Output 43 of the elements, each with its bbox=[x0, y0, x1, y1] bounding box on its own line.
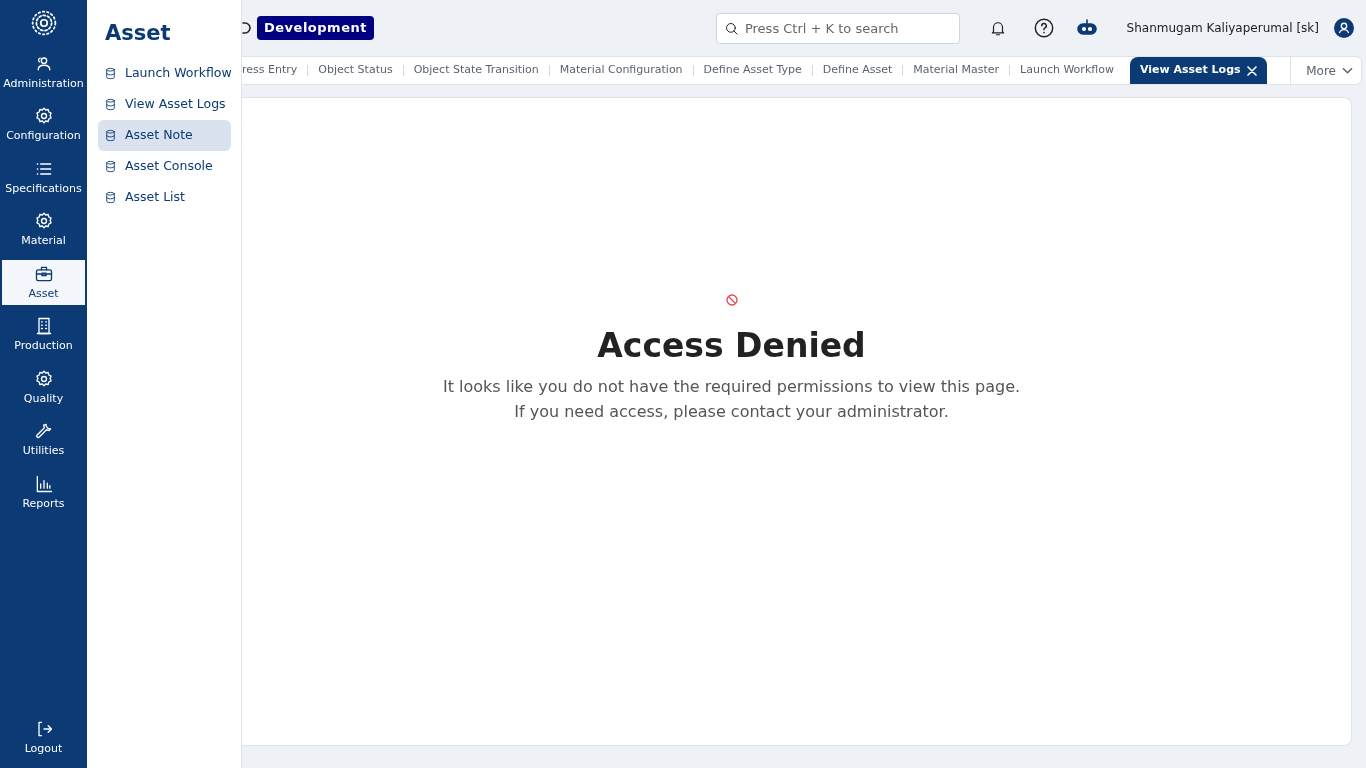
nav-item[interactable]: Quality bbox=[2, 364, 85, 410]
tab[interactable]: Object Status bbox=[308, 57, 403, 84]
menu-item[interactable]: Asset List bbox=[98, 181, 231, 213]
database-icon bbox=[104, 159, 117, 173]
tab[interactable]: Object State Transition bbox=[403, 57, 549, 84]
menu-item[interactable]: Asset Console bbox=[98, 150, 231, 182]
nav-item[interactable]: Asset bbox=[2, 259, 85, 305]
environment-badge: Development bbox=[257, 16, 374, 40]
tab[interactable]: Material Configuration bbox=[549, 57, 693, 84]
search-field[interactable]: Press Ctrl + K to search bbox=[715, 12, 960, 44]
nav-item[interactable]: Production bbox=[2, 312, 85, 357]
tab[interactable]: ress Entry bbox=[242, 57, 308, 84]
nav-item[interactable]: Specifications bbox=[2, 154, 85, 200]
menu-item[interactable]: View Asset Logs bbox=[98, 88, 231, 120]
nav-item[interactable]: Utilities bbox=[2, 417, 85, 462]
database-icon bbox=[104, 66, 117, 80]
menu-item[interactable]: Asset Note bbox=[98, 119, 231, 151]
close-icon[interactable] bbox=[1246, 65, 1257, 76]
database-icon bbox=[104, 97, 117, 111]
nav-item[interactable]: Configuration bbox=[2, 102, 85, 147]
error-title: Access Denied bbox=[597, 326, 866, 366]
tab[interactable]: Define Asset bbox=[812, 57, 903, 84]
user-name: Shanmugam Kaliyaperumal [sk] bbox=[1126, 20, 1319, 37]
tab[interactable]: Define Asset Type bbox=[693, 57, 812, 84]
tab[interactable]: Material Master bbox=[903, 57, 1010, 84]
settings-icon bbox=[33, 368, 54, 389]
tab[interactable]: View Asset Logs bbox=[1129, 57, 1267, 84]
database-icon bbox=[104, 128, 117, 142]
menu-title: Asset bbox=[105, 20, 172, 47]
logout-button[interactable]: Logout bbox=[2, 715, 85, 760]
menu-item[interactable]: Launch Workflow bbox=[98, 57, 231, 89]
tab[interactable]: Launch Workflow bbox=[1010, 57, 1124, 84]
nav-item[interactable]: Material bbox=[2, 207, 85, 252]
avatar-icon[interactable] bbox=[1334, 18, 1354, 38]
nav-item[interactable]: Reports bbox=[2, 469, 85, 515]
error-message: It looks like you do not have the required permissions to view this page. bbox=[442, 375, 1021, 398]
more-button[interactable]: More bbox=[1290, 57, 1361, 84]
chevron-down-icon bbox=[1342, 65, 1353, 76]
nav-item[interactable]: Administration bbox=[2, 49, 85, 95]
blocked-icon bbox=[725, 294, 738, 306]
database-icon bbox=[104, 190, 117, 204]
error-message: If you need access, please contact your administrator. bbox=[514, 400, 949, 423]
help-icon[interactable] bbox=[1032, 17, 1055, 39]
